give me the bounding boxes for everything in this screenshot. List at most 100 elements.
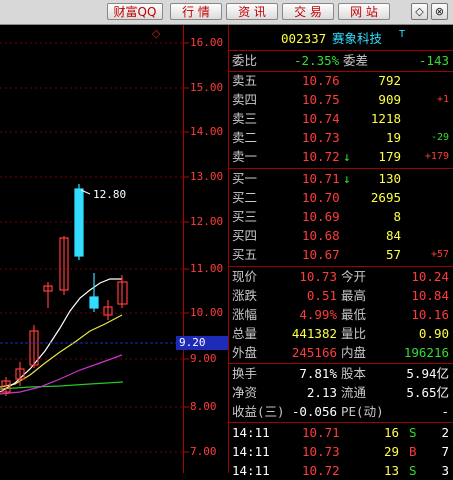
stat-value: 10.24 [411,269,449,284]
stat-label: 涨跌 [232,288,258,303]
tick-side: S [409,463,417,478]
tick-volume: 29 [383,444,399,459]
ask-volume: 179 [378,149,401,164]
axis-price-label: 14.00 [190,125,224,138]
ask-row[interactable]: 卖一 10.72 ↓ 179 +179 [229,148,453,166]
tick-count: 2 [441,425,449,440]
top-toolbar: 财富QQ 行 情 资 讯 交 易 网 站 ◇ ⊗ [0,0,453,25]
restore-icon[interactable]: ◇ [411,3,428,20]
bid-volume: 130 [378,171,401,186]
fundamental-row: 净资 2.13 流通 5.65亿 [229,384,453,402]
trade-button[interactable]: 交 易 [282,3,334,20]
fund-value: 5.65亿 [406,385,449,400]
ask-price: 10.76 [302,73,340,88]
diamond-marker: ◇ [152,27,161,40]
quote-panel: 002337 赛象科技 T 委比 -2.35% 委差 -143 卖五 10.76… [229,25,453,478]
ask-price: 10.72 [302,149,340,164]
ask-label: 卖二 [232,130,258,145]
fund-label: 股本 [341,366,367,381]
axis-price-label: 7.00 [190,445,217,458]
axis-price-label: 8.00 [190,400,217,413]
stats-row: 涨跌 0.51 最高 10.84 [229,287,453,305]
axis-price-label: 10.00 [190,306,224,319]
stat-value: 441382 [291,326,337,341]
tick-price: 10.72 [302,463,340,478]
bid-row[interactable]: 买三 10.69 8 [229,208,453,226]
ask-volume: 792 [378,73,401,88]
tick-count: 7 [441,444,449,459]
stat-value: 245166 [291,345,337,360]
stats-row: 涨幅 4.99% 最低 10.16 [229,306,453,324]
stat-value: 196216 [403,345,449,360]
stat-label: 最高 [341,288,367,303]
ma-white-line [0,278,122,393]
caifu-qq-button[interactable]: 财富QQ [107,3,163,20]
fund-label: PE(动) [341,404,384,419]
bid-change: +57 [430,249,449,260]
stat-value: 10.73 [299,269,337,284]
ask-price: 10.75 [302,92,340,107]
tick-side: S [409,425,417,440]
ask-label: 卖一 [232,149,258,164]
tick-row: 14:11 10.72 13 S 3 [229,462,453,480]
stock-code: 002337 [281,31,327,46]
ask-volume: 909 [378,92,401,107]
close-icon[interactable]: ⊗ [431,3,448,20]
bid-label: 买二 [232,190,258,205]
fund-value: 7.81% [299,366,337,381]
weicha-value: -143 [418,53,449,68]
stat-label: 外盘 [232,345,258,360]
stat-label: 总量 [232,326,258,341]
bid-volume: 8 [393,209,401,224]
stat-label: 今开 [341,269,367,284]
news-button[interactable]: 资 讯 [226,3,278,20]
tick-count: 3 [441,463,449,478]
stats-row: 总量 441382 量比 0.90 [229,325,453,343]
ma-green-line [0,381,124,390]
ask-label: 卖三 [232,111,258,126]
stat-value: 10.16 [411,307,449,322]
fund-label: 收益(三) [232,404,285,419]
tick-time: 14:11 [232,463,270,478]
down-arrow-icon: ↓ [343,149,351,164]
ask-row[interactable]: 卖三 10.74 1218 [229,110,453,128]
bid-volume: 2695 [370,190,401,205]
fund-value: -0.056 [291,404,337,419]
stats-row: 外盘 245166 内盘 196216 [229,344,453,362]
bid-row[interactable]: 买五 10.67 57 +57 [229,246,453,264]
ask-row[interactable]: 卖五 10.76 792 [229,72,453,90]
current-price-tag: 9.20 [176,336,228,350]
ask-label: 卖五 [232,73,258,88]
ask-row[interactable]: 卖四 10.75 909 +1 [229,91,453,109]
high-price-annotation: 12.80 [93,188,127,201]
axis-price-label: 15.00 [190,81,224,94]
bid-price: 10.71 [302,171,340,186]
panel-divider [228,25,229,473]
stat-value: 4.99% [299,307,337,322]
stock-header: 002337 赛象科技 T [229,29,453,48]
ask-row[interactable]: 卖二 10.73 19 -29 [229,129,453,147]
fundamental-row: 收益(三) -0.056 PE(动) - [229,403,453,421]
market-button[interactable]: 行 情 [170,3,222,20]
bid-row[interactable]: 买四 10.68 84 [229,227,453,245]
bid-volume: 84 [385,228,401,243]
bid-row[interactable]: 买一 10.71 ↓ 130 [229,170,453,188]
bid-price: 10.70 [302,190,340,205]
weicha-label: 委差 [343,53,369,68]
kline-chart[interactable]: ◇ 12.80 16.00 15.00 14.00 13.00 12.00 11… [0,25,228,473]
stat-label: 内盘 [341,345,367,360]
bid-row[interactable]: 买二 10.70 2695 [229,189,453,207]
stat-value: 0.90 [418,326,449,341]
bid-price: 10.68 [302,228,340,243]
ask-change: +1 [436,94,449,105]
stat-label: 量比 [341,326,367,341]
fund-value: - [441,404,449,419]
candlestick-group [1,184,128,396]
bid-label: 买五 [232,247,258,262]
tick-row: 14:11 10.71 16 S 2 [229,424,453,442]
website-button[interactable]: 网 站 [338,3,390,20]
tick-price: 10.73 [302,444,340,459]
tick-row: 14:11 10.73 29 B 7 [229,443,453,461]
stats-row: 现价 10.73 今开 10.24 [229,268,453,286]
bid-label: 买四 [232,228,258,243]
